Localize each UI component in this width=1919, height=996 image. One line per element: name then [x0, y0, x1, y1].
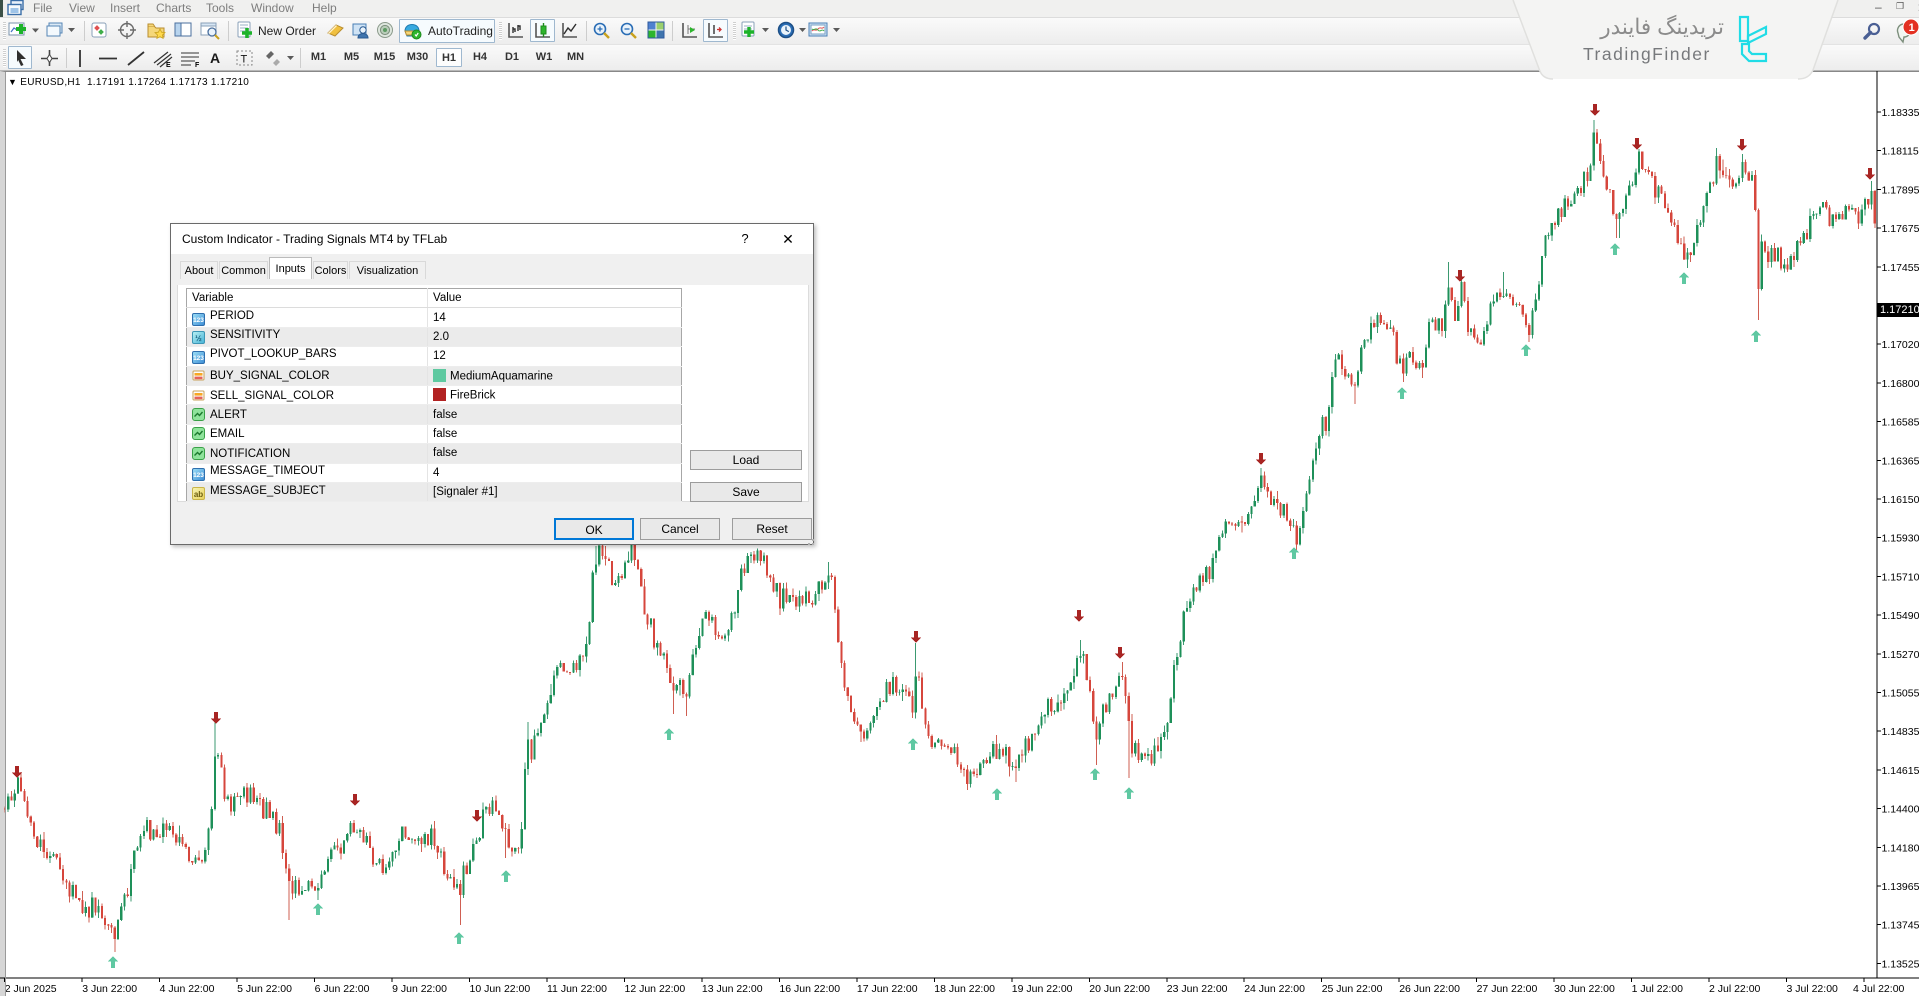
svg-text:1.15270: 1.15270 — [1882, 649, 1919, 661]
svg-text:12 Jun 22:00: 12 Jun 22:00 — [625, 983, 686, 995]
svg-text:1 Jul 22:00: 1 Jul 22:00 — [1632, 983, 1684, 995]
svg-text:2 Jul 22:00: 2 Jul 22:00 — [1709, 983, 1761, 995]
svg-text:27 Jun 22:00: 27 Jun 22:00 — [1477, 983, 1538, 995]
svg-text:1.16365: 1.16365 — [1882, 455, 1919, 467]
svg-text:4 Jun 22:00: 4 Jun 22:00 — [160, 983, 215, 995]
svg-text:1.16800: 1.16800 — [1882, 378, 1919, 390]
svg-text:1.17455: 1.17455 — [1882, 262, 1919, 274]
svg-text:2 Jun 2025: 2 Jun 2025 — [5, 983, 57, 995]
svg-text:1.17895: 1.17895 — [1882, 184, 1919, 196]
svg-text:1.15930: 1.15930 — [1882, 533, 1919, 545]
svg-text:1.18115: 1.18115 — [1882, 146, 1919, 158]
svg-text:9 Jun 22:00: 9 Jun 22:00 — [392, 983, 447, 995]
svg-text:5 Jun 22:00: 5 Jun 22:00 — [237, 983, 292, 995]
svg-text:T: T — [241, 54, 248, 66]
svg-text:30 Jun 22:00: 30 Jun 22:00 — [1554, 983, 1615, 995]
svg-text:19 Jun 22:00: 19 Jun 22:00 — [1012, 983, 1073, 995]
svg-text:3 Jul 22:00: 3 Jul 22:00 — [1787, 983, 1839, 995]
svg-text:26 Jun 22:00: 26 Jun 22:00 — [1399, 983, 1460, 995]
svg-text:4 Jul 22:00: 4 Jul 22:00 — [1853, 983, 1905, 995]
svg-text:1.17675: 1.17675 — [1882, 223, 1919, 235]
svg-text:1.13965: 1.13965 — [1882, 881, 1919, 893]
svg-text:E: E — [166, 62, 171, 69]
svg-text:1.14400: 1.14400 — [1882, 804, 1919, 816]
svg-text:3 Jun 22:00: 3 Jun 22:00 — [82, 983, 137, 995]
svg-text:13 Jun 22:00: 13 Jun 22:00 — [702, 983, 763, 995]
svg-text:24 Jun 22:00: 24 Jun 22:00 — [1244, 983, 1305, 995]
svg-text:20 Jun 22:00: 20 Jun 22:00 — [1089, 983, 1150, 995]
svg-text:1.18335: 1.18335 — [1882, 107, 1919, 119]
svg-text:1.15490: 1.15490 — [1882, 610, 1919, 622]
svg-text:10 Jun 22:00: 10 Jun 22:00 — [470, 983, 531, 995]
svg-text:25 Jun 22:00: 25 Jun 22:00 — [1322, 983, 1383, 995]
svg-text:1: 1 — [1909, 22, 1915, 34]
svg-text:23 Jun 22:00: 23 Jun 22:00 — [1167, 983, 1228, 995]
svg-text:1.15055: 1.15055 — [1882, 688, 1919, 700]
svg-text:1.14180: 1.14180 — [1882, 842, 1919, 854]
svg-text:11 Jun 22:00: 11 Jun 22:00 — [547, 983, 607, 995]
svg-text:1.14835: 1.14835 — [1882, 726, 1919, 738]
svg-text:1.17020: 1.17020 — [1882, 339, 1919, 351]
svg-text:16 Jun 22:00: 16 Jun 22:00 — [779, 983, 840, 995]
svg-text:1.14615: 1.14615 — [1882, 765, 1919, 777]
svg-text:6 Jun 22:00: 6 Jun 22:00 — [315, 983, 370, 995]
svg-text:1.16150: 1.16150 — [1882, 494, 1919, 506]
svg-text:F: F — [195, 62, 200, 69]
svg-text:1.16585: 1.16585 — [1882, 417, 1919, 429]
svg-text:17 Jun 22:00: 17 Jun 22:00 — [857, 983, 918, 995]
svg-text:18 Jun 22:00: 18 Jun 22:00 — [934, 983, 995, 995]
svg-text:1.13745: 1.13745 — [1882, 920, 1919, 932]
svg-text:1.13525: 1.13525 — [1882, 958, 1919, 970]
svg-text:1.15710: 1.15710 — [1882, 571, 1919, 583]
